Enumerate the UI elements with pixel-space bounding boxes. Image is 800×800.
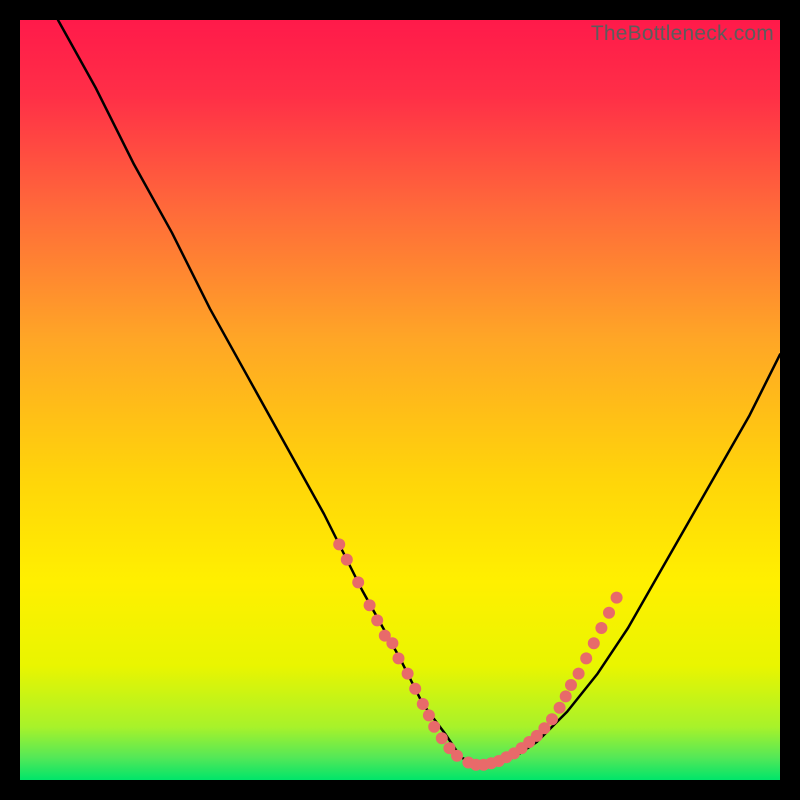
highlight-dot	[554, 702, 566, 714]
highlight-dot	[341, 554, 353, 566]
highlight-dot	[603, 607, 615, 619]
chart-svg	[20, 20, 780, 780]
highlight-dot	[428, 721, 440, 733]
gradient-background	[20, 20, 780, 780]
highlight-dot	[588, 637, 600, 649]
highlight-dot	[611, 592, 623, 604]
highlight-dot	[546, 713, 558, 725]
watermark-text: TheBottleneck.com	[591, 22, 774, 46]
highlight-dot	[423, 709, 435, 721]
highlight-dot	[409, 683, 421, 695]
highlight-dot	[436, 732, 448, 744]
highlight-dot	[352, 576, 364, 588]
highlight-dot	[573, 668, 585, 680]
chart-frame: TheBottleneck.com	[20, 20, 780, 780]
highlight-dot	[595, 622, 607, 634]
highlight-dot	[333, 538, 345, 550]
highlight-dot	[364, 599, 376, 611]
highlight-dot	[402, 668, 414, 680]
highlight-dot	[580, 652, 592, 664]
highlight-dot	[560, 690, 572, 702]
highlight-dot	[371, 614, 383, 626]
highlight-dot	[565, 679, 577, 691]
highlight-dot	[451, 750, 463, 762]
highlight-dot	[393, 652, 405, 664]
highlight-dot	[386, 637, 398, 649]
highlight-dot	[417, 698, 429, 710]
